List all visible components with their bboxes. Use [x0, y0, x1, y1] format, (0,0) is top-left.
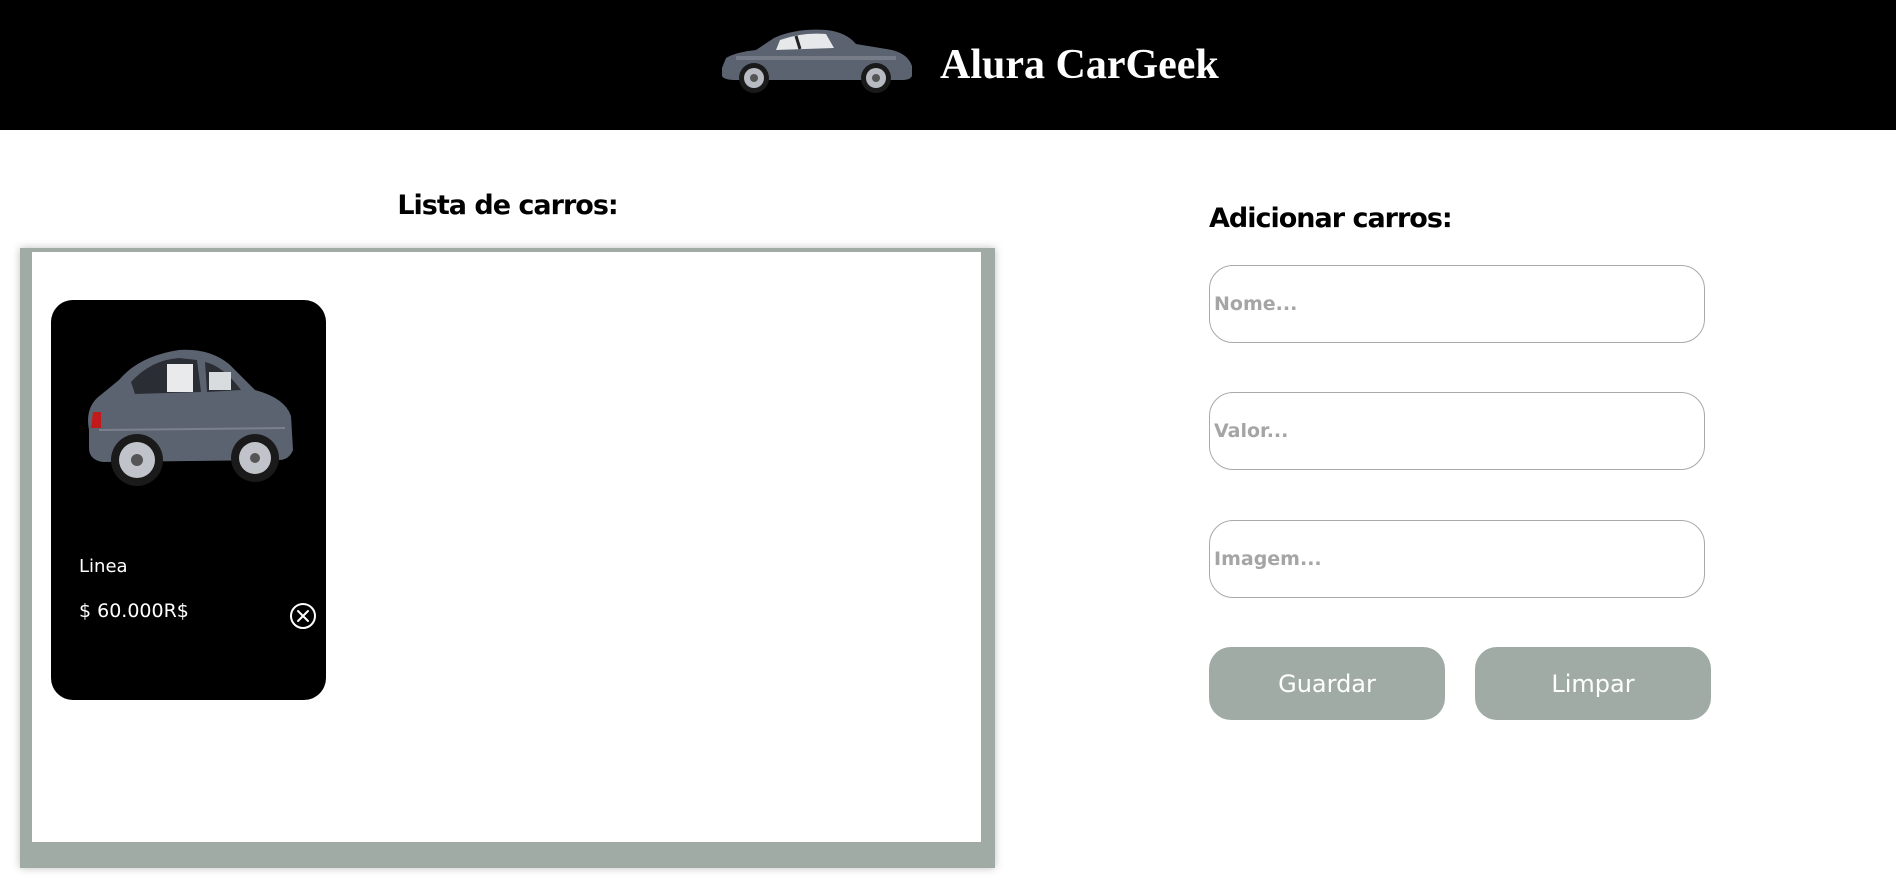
image-input[interactable] [1209, 520, 1705, 598]
car-card: Linea $ 60.000R$ [51, 300, 326, 700]
car-list-panel: Linea $ 60.000R$ [20, 248, 995, 868]
clear-button[interactable]: Limpar [1475, 647, 1711, 720]
car-list: Linea $ 60.000R$ [32, 252, 981, 842]
site-header: Alura CarGeek [0, 0, 1896, 130]
list-title: Lista de carros: [397, 190, 618, 221]
brand-title: Alura CarGeek [940, 42, 1219, 88]
value-input[interactable] [1209, 392, 1705, 470]
close-circle-icon[interactable] [289, 602, 317, 630]
name-input[interactable] [1209, 265, 1705, 343]
form-title: Adicionar carros: [1209, 203, 1453, 234]
car-logo-icon [722, 29, 912, 93]
car-price: $ 60.000R$ [79, 600, 189, 622]
car-name: Linea [79, 556, 128, 577]
save-button[interactable]: Guardar [1209, 647, 1445, 720]
car-image [88, 349, 293, 486]
